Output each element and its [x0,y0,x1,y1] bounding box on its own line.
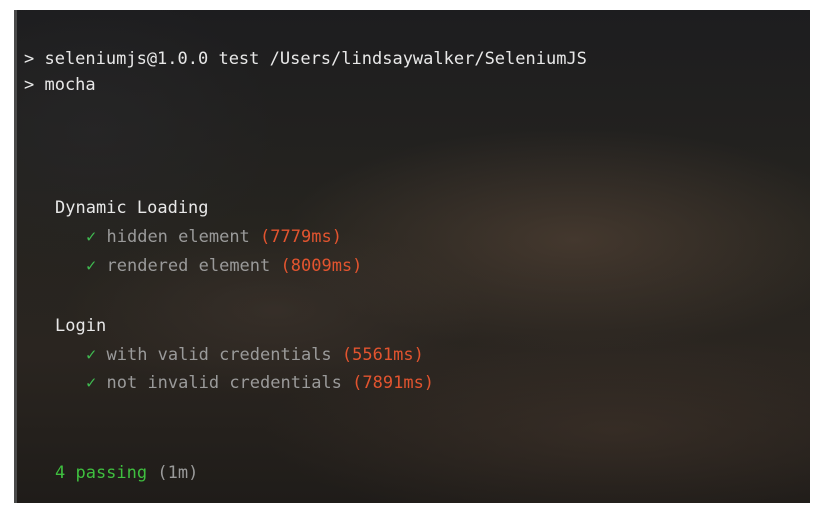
window-edge [14,10,17,503]
mocha-command-line: > mocha [24,75,96,95]
npm-command-line: > seleniumjs@1.0.0 test /Users/lindsaywa… [24,49,587,69]
test-title: not invalid credentials [106,373,342,393]
test-duration: (7779ms) [260,227,342,247]
terminal-window[interactable]: > seleniumjs@1.0.0 test /Users/lindsaywa… [14,10,810,503]
summary-line: 4 passing (1m) [55,462,198,484]
test-title: with valid credentials [106,345,332,365]
screenshot-frame: > seleniumjs@1.0.0 test /Users/lindsaywa… [0,0,822,516]
test-row: ✓ not invalid credentials (7891ms) [86,372,434,394]
test-title: rendered element [106,256,271,276]
check-icon: ✓ [86,227,97,247]
total-duration: (1m) [157,463,199,483]
test-duration: (7891ms) [352,373,435,393]
test-row: ✓ with valid credentials (5561ms) [86,344,424,366]
test-row: ✓ rendered element (8009ms) [86,255,362,277]
test-duration: (8009ms) [280,256,363,276]
suite-title-dynamic-loading: Dynamic Loading [55,198,209,218]
check-icon: ✓ [86,373,97,393]
passing-count: 4 passing [55,463,148,483]
test-row: ✓ hidden element (7779ms) [86,226,342,248]
test-duration: (5561ms) [341,345,424,365]
check-icon: ✓ [86,345,97,365]
check-icon: ✓ [86,256,97,276]
suite-title-login: Login [55,316,107,336]
test-title: hidden element [106,227,250,247]
